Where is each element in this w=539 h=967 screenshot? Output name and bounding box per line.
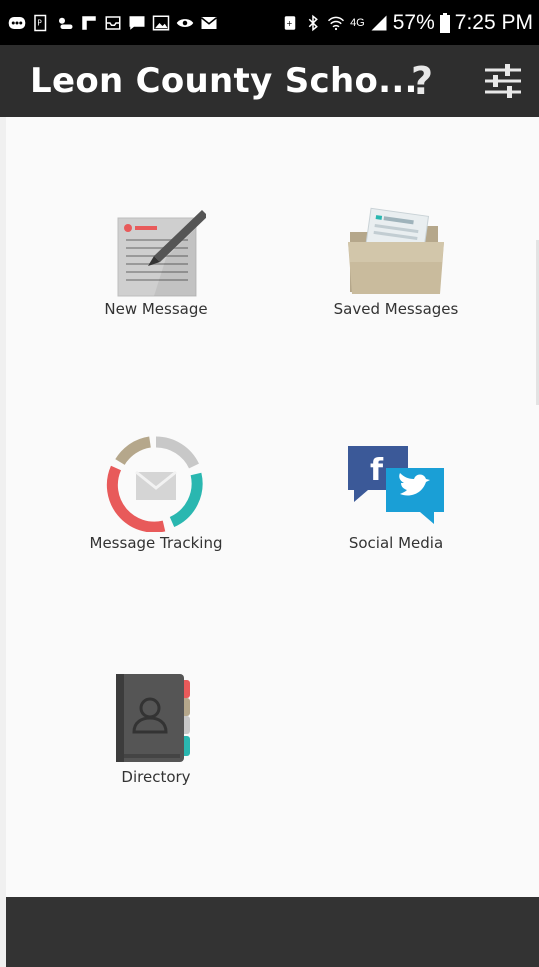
more-notifications-icon bbox=[8, 16, 26, 29]
flipboard-icon bbox=[82, 15, 96, 30]
clock: 7:25 PM bbox=[454, 10, 533, 34]
parking-icon: P bbox=[34, 14, 47, 31]
svg-text:+: + bbox=[286, 19, 292, 28]
app-bar: Leon County Scho... ? bbox=[0, 45, 539, 117]
bluetooth-icon bbox=[308, 14, 318, 31]
tile-label: Saved Messages bbox=[333, 300, 459, 318]
system-icons: + 4G 57% 7:25 PM bbox=[281, 11, 533, 35]
notification-icons: P bbox=[8, 14, 218, 32]
tile-directory[interactable]: Directory bbox=[66, 670, 246, 800]
directory-book-icon bbox=[106, 670, 206, 766]
battery-percent: 57% bbox=[392, 10, 435, 34]
new-message-icon bbox=[106, 202, 206, 298]
tile-social-media[interactable]: f Social Media bbox=[306, 436, 486, 566]
tile-label: Social Media bbox=[348, 534, 444, 552]
svg-text:P: P bbox=[37, 18, 42, 27]
mail-icon bbox=[201, 16, 217, 29]
battery-saver-icon: + bbox=[284, 15, 296, 30]
tile-label: Message Tracking bbox=[89, 534, 223, 552]
inbox-icon bbox=[105, 15, 121, 30]
sliders-icon bbox=[485, 64, 521, 98]
social-media-icon: f bbox=[346, 436, 446, 532]
weather-icon bbox=[59, 17, 73, 29]
tracking-icon bbox=[106, 436, 206, 532]
bottom-bar bbox=[6, 897, 539, 967]
tile-label: Directory bbox=[121, 768, 191, 786]
tile-new-message[interactable]: New Message bbox=[66, 202, 246, 332]
image-icon bbox=[152, 15, 170, 30]
network-type: 4G bbox=[350, 16, 365, 29]
app-title: Leon County Scho... bbox=[30, 61, 418, 101]
tile-message-tracking[interactable]: Message Tracking bbox=[66, 436, 246, 566]
status-bar: P + 4G 57% 7:25 PM bbox=[0, 0, 539, 45]
wifi-icon bbox=[328, 16, 345, 30]
settings-button[interactable] bbox=[482, 59, 524, 103]
visibility-icon bbox=[176, 18, 194, 27]
chat-icon bbox=[129, 15, 145, 30]
tile-label: New Message bbox=[104, 300, 208, 318]
signal-icon bbox=[371, 15, 387, 30]
tile-saved-messages[interactable]: Saved Messages bbox=[306, 202, 486, 332]
svg-text:f: f bbox=[370, 453, 384, 488]
battery-icon bbox=[439, 12, 450, 33]
folder-icon bbox=[346, 202, 446, 298]
help-button[interactable]: ? bbox=[404, 53, 440, 109]
